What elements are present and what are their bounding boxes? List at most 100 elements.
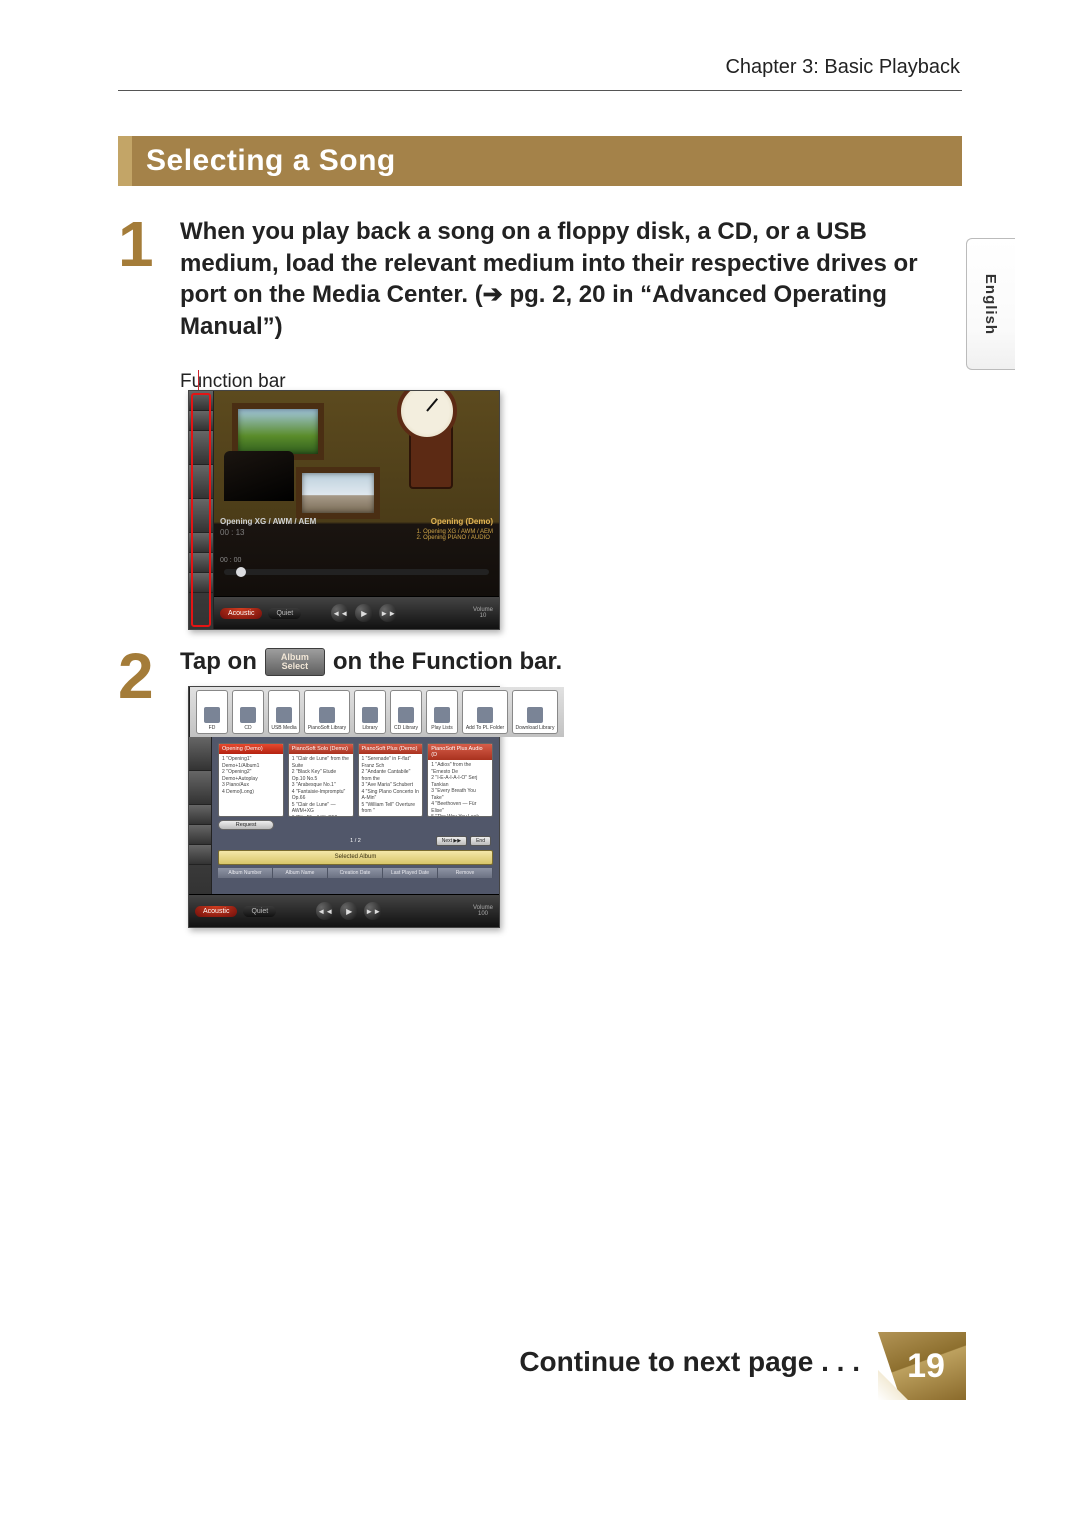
mode-acoustic-button[interactable]: Acoustic <box>220 608 262 619</box>
toolbar-add-to-pl[interactable]: Add To PL Folder <box>462 690 508 734</box>
sidebar-info-icon[interactable] <box>189 533 213 553</box>
page-number-badge: 19 <box>878 1332 966 1400</box>
toolbar-cd[interactable]: CD <box>232 690 264 734</box>
toolbar-library[interactable]: Library <box>354 690 386 734</box>
rewind-button[interactable]: ◄◄ <box>331 604 349 622</box>
total-time: 00 : 00 <box>220 557 241 564</box>
volume-display: Volume 100 <box>473 905 493 917</box>
playback-room: Opening XG / AWM / AEM Opening (Demo) 00… <box>214 391 499 629</box>
sidebar-album-select-button[interactable] <box>189 431 213 465</box>
sidebar-button[interactable] <box>189 737 211 771</box>
sidebar-func-button[interactable] <box>189 499 213 533</box>
sidebar-menu-icon[interactable] <box>189 845 211 865</box>
sidebar-power-icon[interactable] <box>189 391 213 411</box>
column-headers: Album Number Album Name Creation Date La… <box>218 868 493 878</box>
step-2: 2 Tap on Album Select on the Function ba… <box>118 648 962 676</box>
toolbar-pianosoft-library[interactable]: PianoSoft Library <box>304 690 350 734</box>
album-card[interactable]: PianoSoft Plus Audio (D 1 "Adios" from t… <box>427 743 493 817</box>
play-button[interactable]: ▶ <box>355 604 373 622</box>
playlist-group-label: Opening (Demo) <box>431 517 493 526</box>
continue-text: Continue to next page . . . <box>519 1346 860 1378</box>
pager: 1 / 2 Next ▶▶ End <box>218 834 493 848</box>
toolbar-playlists[interactable]: Play Lists <box>426 690 458 734</box>
album-grid-area: Opening (Demo) 1 "Opening1" Demo+1/Album… <box>212 737 499 894</box>
transport-bar: Acoustic Quiet ◄◄ ▶ ►► Volume 100 <box>189 894 499 927</box>
album-title: PianoSoft Plus Audio (D <box>428 744 492 760</box>
page-number: 19 <box>907 1347 945 1386</box>
sidebar-info-icon[interactable] <box>189 805 211 825</box>
screenshot-playback-room: Opening XG / AWM / AEM Opening (Demo) 00… <box>188 390 500 630</box>
step-2-pre: Tap on <box>180 648 257 676</box>
section-title: Selecting a Song <box>146 144 396 178</box>
col-last-played[interactable]: Last Played Date <box>383 868 438 878</box>
download-icon <box>527 707 543 723</box>
grand-piano-illustration <box>224 451 294 501</box>
album-title: PianoSoft Plus (Demo) <box>359 744 423 754</box>
forward-button[interactable]: ►► <box>364 902 382 920</box>
page-indicator: 1 / 2 <box>350 838 361 844</box>
sidebar-cd-icon[interactable] <box>189 825 211 845</box>
selected-album-banner: Selected Album <box>218 850 493 865</box>
volume-display: Volume 10 <box>473 607 493 619</box>
progress-bar[interactable] <box>224 569 489 575</box>
toolbar-usb[interactable]: USB Media <box>268 690 300 734</box>
section-title-bar: Selecting a Song <box>118 136 962 186</box>
cd-icon <box>240 707 256 723</box>
album-card[interactable]: PianoSoft Plus (Demo) 1 "Serenade" in F-… <box>358 743 424 817</box>
mode-acoustic-button[interactable]: Acoustic <box>195 906 237 917</box>
toolbar-fd[interactable]: FD <box>196 690 228 734</box>
cd-library-icon <box>398 707 414 723</box>
piano-icon <box>319 707 335 723</box>
album-tracklist: 1 "Adios" from the "Ernesto De 2 "I-E-A-… <box>428 760 492 817</box>
usb-icon <box>276 707 292 723</box>
sidebar-home-icon[interactable] <box>189 411 213 431</box>
function-bar[interactable] <box>189 391 214 629</box>
play-button[interactable]: ▶ <box>340 902 358 920</box>
end-page-button[interactable]: End <box>470 836 491 846</box>
col-album-name[interactable]: Album Name <box>273 868 328 878</box>
sidebar-button[interactable] <box>189 771 211 805</box>
rewind-button[interactable]: ◄◄ <box>316 902 334 920</box>
transport-bar: Acoustic Quiet ◄◄ ▶ ►► Volume 10 <box>214 596 499 629</box>
sidebar-menu-icon[interactable] <box>189 573 213 593</box>
forward-button[interactable]: ►► <box>379 604 397 622</box>
mini-playlist-item: 2. Opening PIANO / AUDIO <box>417 535 493 541</box>
album-tracklist: 1 "Opening1" Demo+1/Album1 2 "Opening2" … <box>219 754 283 797</box>
add-folder-icon <box>477 707 493 723</box>
function-bar-lower[interactable] <box>189 737 212 894</box>
wall-picture-2 <box>296 467 380 519</box>
screenshot-album-select: FD CD USB Media PianoSoft Library Librar… <box>188 686 500 928</box>
step-1-text: When you play back a song on a floppy di… <box>180 216 962 343</box>
library-icon <box>362 707 378 723</box>
album-tracklist: 1 "Serenade" in F-flat" Franz Sch 2 "And… <box>359 754 423 817</box>
function-bar-callout-line <box>198 370 199 390</box>
header-rule <box>118 90 962 91</box>
request-button[interactable]: Request <box>218 820 274 830</box>
step-2-number: 2 <box>118 644 154 708</box>
col-creation-date[interactable]: Creation Date <box>328 868 383 878</box>
mode-quiet-button[interactable]: Quiet <box>243 906 276 917</box>
language-tab[interactable]: English <box>966 238 1015 370</box>
step-1: 1 When you play back a song on a floppy … <box>118 216 962 393</box>
toolbar-download-library[interactable]: Download Library <box>512 690 558 734</box>
floppy-icon <box>204 707 220 723</box>
step-1-number: 1 <box>118 212 154 276</box>
mini-playlist: 1. Opening XG / AWM / AEM 2. Opening PIA… <box>417 529 493 541</box>
mode-quiet-button[interactable]: Quiet <box>268 608 301 619</box>
album-title: Opening (Demo) <box>219 744 283 754</box>
album-cards: Opening (Demo) 1 "Opening1" Demo+1/Album… <box>218 743 493 817</box>
col-album-number[interactable]: Album Number <box>218 868 273 878</box>
album-title: PianoSoft Solo (Demo) <box>289 744 353 754</box>
album-card[interactable]: PianoSoft Solo (Demo) 1 "Clair de Lune" … <box>288 743 354 817</box>
sidebar-cd-icon[interactable] <box>189 553 213 573</box>
toolbar-cd-library[interactable]: CD Library <box>390 690 422 734</box>
language-label: English <box>983 273 1000 334</box>
next-page-button[interactable]: Next ▶▶ <box>436 836 467 846</box>
source-toolbar: FD CD USB Media PianoSoft Library Librar… <box>190 687 564 737</box>
album-tracklist: 1 "Clair de Lune" from the Suite 2 "Blac… <box>289 754 353 817</box>
manual-page: Chapter 3: Basic Playback English Select… <box>0 0 1080 1528</box>
album-select-chip: Album Select <box>265 648 325 676</box>
sidebar-song-select-button[interactable] <box>189 465 213 499</box>
album-card[interactable]: Opening (Demo) 1 "Opening1" Demo+1/Album… <box>218 743 284 817</box>
col-remove[interactable]: Remove <box>438 868 493 878</box>
